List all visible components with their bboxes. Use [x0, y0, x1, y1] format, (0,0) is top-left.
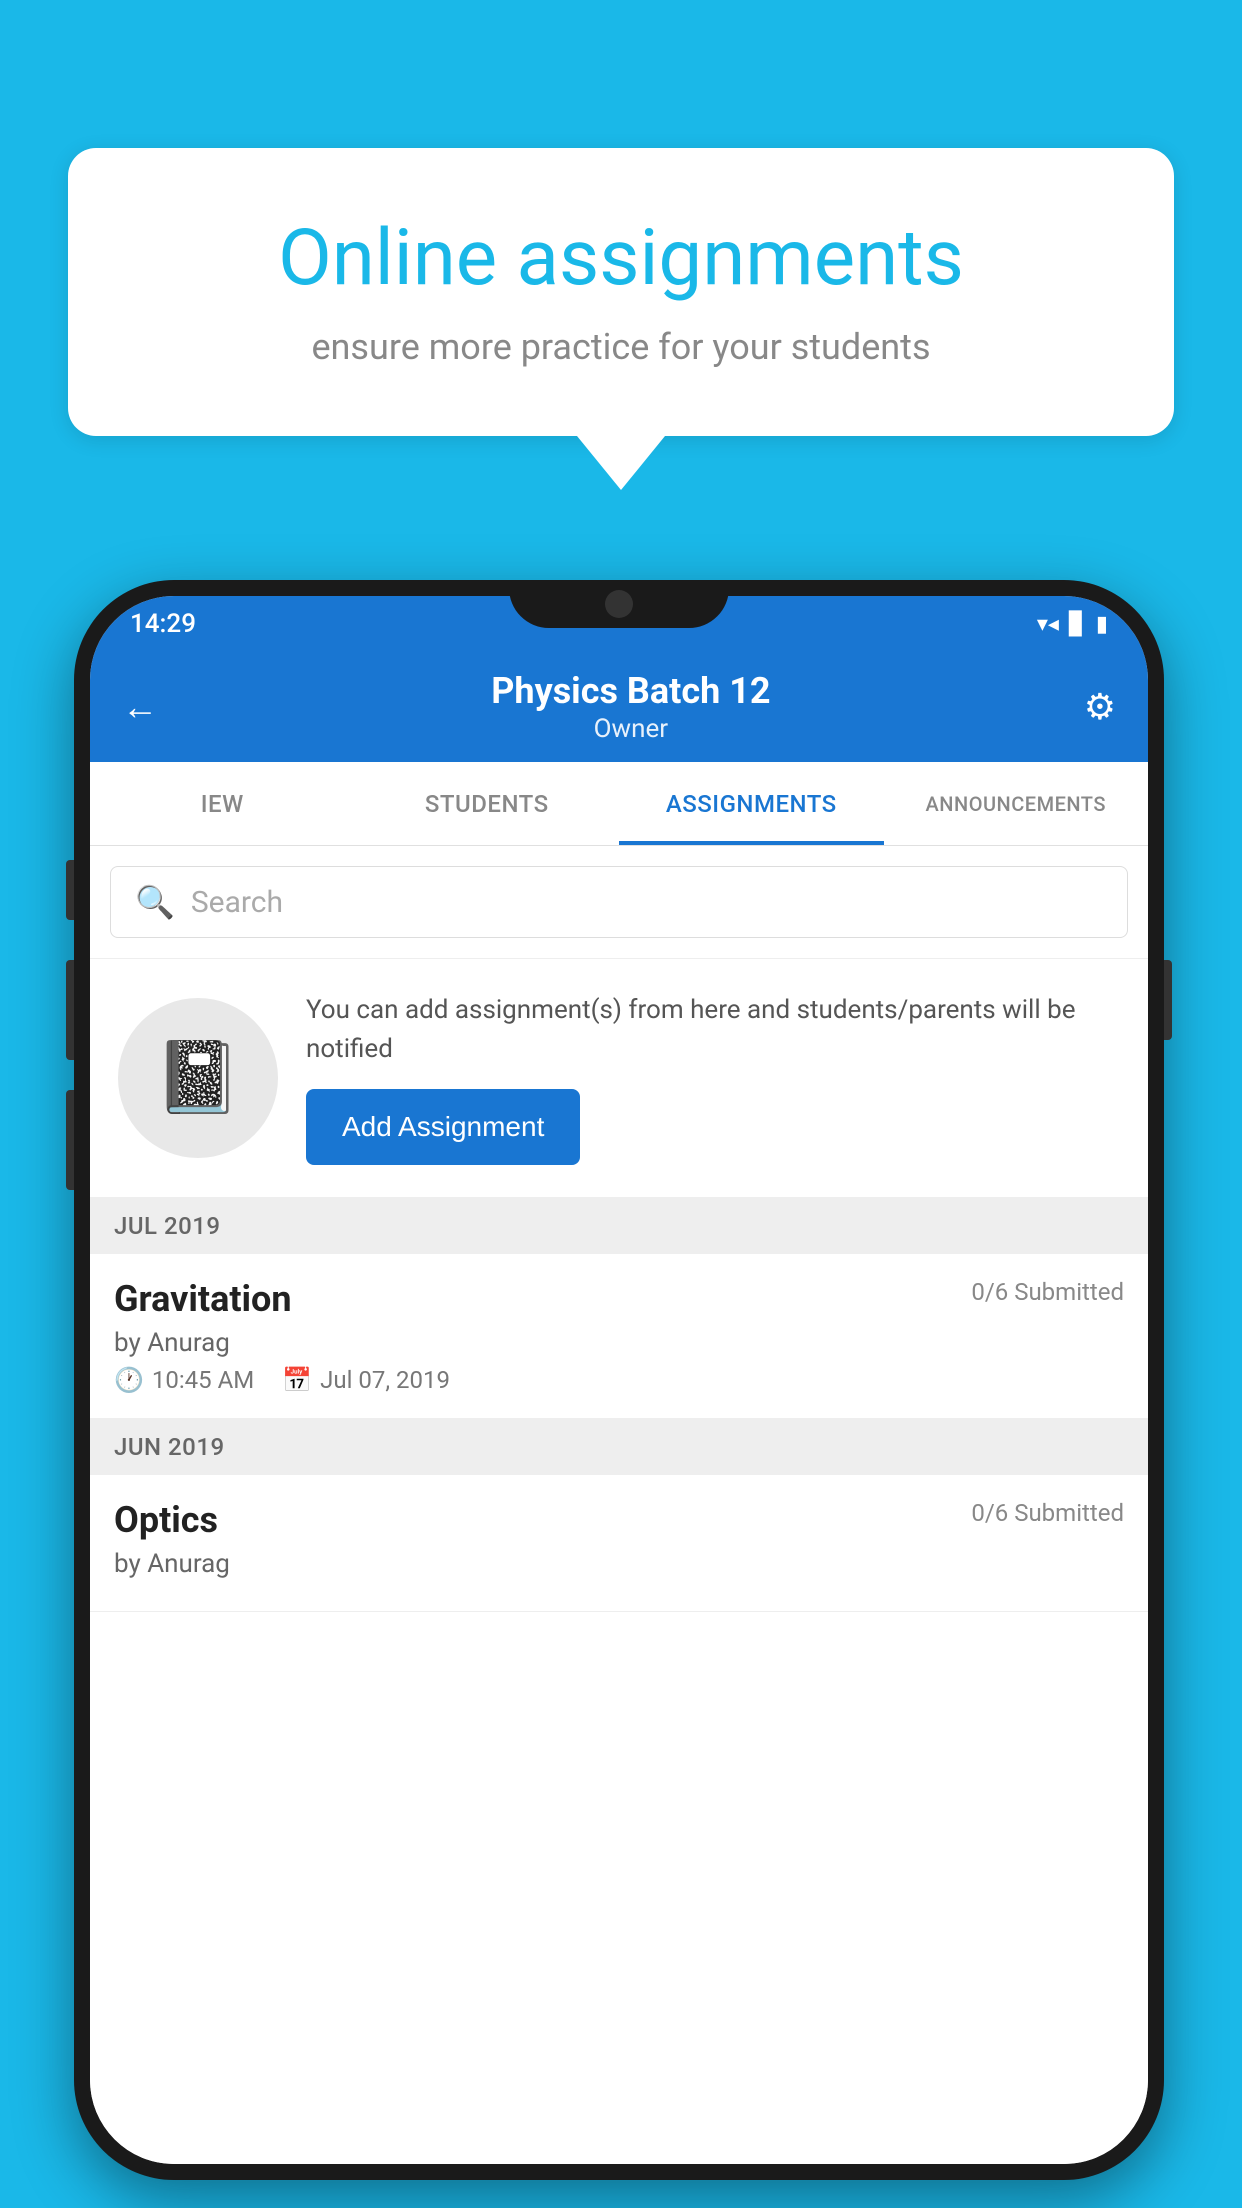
- settings-button[interactable]: ⚙: [1084, 686, 1116, 728]
- search-icon: 🔍: [135, 883, 175, 921]
- power-button: [1164, 960, 1172, 1040]
- calendar-icon: 📅: [282, 1366, 312, 1394]
- tab-assignments[interactable]: ASSIGNMENTS: [619, 762, 884, 845]
- empty-icon-circle: 📓: [118, 998, 278, 1158]
- screen-content: 🔍 Search 📓 You can add assignment(s) fro…: [90, 846, 1148, 2164]
- status-time: 14:29: [130, 609, 196, 639]
- assignment-meta-gravitation: 🕐 10:45 AM 📅 Jul 07, 2019: [114, 1366, 1124, 1394]
- speech-bubble-wrapper: Online assignments ensure more practice …: [68, 148, 1174, 490]
- phone-camera: [605, 590, 633, 618]
- assignment-top: Gravitation 0/6 Submitted: [114, 1278, 1124, 1320]
- app-bar-subtitle: Owner: [178, 714, 1084, 744]
- assignment-item-gravitation[interactable]: Gravitation 0/6 Submitted by Anurag 🕐 10…: [90, 1254, 1148, 1419]
- assignment-by-gravitation: by Anurag: [114, 1328, 1124, 1358]
- empty-state-right: You can add assignment(s) from here and …: [306, 991, 1120, 1165]
- assignment-date: 📅 Jul 07, 2019: [282, 1366, 450, 1394]
- assignment-time-value: 10:45 AM: [152, 1366, 254, 1394]
- volume-down-button: [66, 960, 74, 1060]
- phone-frame: 14:29 ▾◂ ▊ ▮ ← Physics Batch 12 Owner ⚙ …: [74, 580, 1164, 2180]
- phone-notch: [509, 580, 729, 628]
- assignment-submitted-optics: 0/6 Submitted: [971, 1499, 1124, 1527]
- tab-overview[interactable]: IEW: [90, 762, 355, 845]
- assignment-by-optics: by Anurag: [114, 1549, 1124, 1579]
- wifi-icon: ▾◂: [1037, 612, 1059, 637]
- back-button[interactable]: ←: [122, 686, 158, 728]
- assignment-time: 🕐 10:45 AM: [114, 1366, 254, 1394]
- empty-state: 📓 You can add assignment(s) from here an…: [90, 958, 1148, 1198]
- status-icons: ▾◂ ▊ ▮: [1037, 612, 1108, 637]
- app-bar-title-group: Physics Batch 12 Owner: [178, 670, 1084, 743]
- search-container: 🔍 Search: [90, 846, 1148, 958]
- assignment-item-optics[interactable]: Optics 0/6 Submitted by Anurag: [90, 1475, 1148, 1612]
- app-bar-title: Physics Batch 12: [178, 670, 1084, 713]
- tab-students[interactable]: STUDENTS: [355, 762, 620, 845]
- battery-icon: ▮: [1096, 612, 1108, 637]
- assignment-top-optics: Optics 0/6 Submitted: [114, 1499, 1124, 1541]
- phone-screen: 14:29 ▾◂ ▊ ▮ ← Physics Batch 12 Owner ⚙ …: [90, 596, 1148, 2164]
- tab-announcements[interactable]: ANNOUNCEMENTS: [884, 762, 1149, 845]
- app-bar: ← Physics Batch 12 Owner ⚙: [90, 652, 1148, 762]
- silent-button: [66, 1090, 74, 1190]
- notebook-icon: 📓: [154, 1037, 241, 1119]
- add-assignment-button[interactable]: Add Assignment: [306, 1089, 580, 1165]
- search-placeholder: Search: [191, 885, 283, 920]
- assignment-name-gravitation: Gravitation: [114, 1278, 292, 1320]
- section-header-jul: JUL 2019: [90, 1198, 1148, 1254]
- section-header-jun: JUN 2019: [90, 1419, 1148, 1475]
- signal-icon: ▊: [1069, 612, 1086, 637]
- speech-bubble: Online assignments ensure more practice …: [68, 148, 1174, 436]
- speech-bubble-subtitle: ensure more practice for your students: [148, 326, 1094, 368]
- empty-state-text: You can add assignment(s) from here and …: [306, 991, 1120, 1069]
- search-box[interactable]: 🔍 Search: [110, 866, 1128, 938]
- assignment-submitted-gravitation: 0/6 Submitted: [971, 1278, 1124, 1306]
- speech-bubble-tail: [577, 436, 665, 490]
- assignment-name-optics: Optics: [114, 1499, 218, 1541]
- phone-wrapper: 14:29 ▾◂ ▊ ▮ ← Physics Batch 12 Owner ⚙ …: [74, 580, 1164, 2180]
- clock-icon: 🕐: [114, 1366, 144, 1394]
- speech-bubble-title: Online assignments: [148, 216, 1094, 302]
- volume-up-button: [66, 860, 74, 920]
- assignment-date-value: Jul 07, 2019: [320, 1366, 450, 1394]
- tabs-bar: IEW STUDENTS ASSIGNMENTS ANNOUNCEMENTS: [90, 762, 1148, 846]
